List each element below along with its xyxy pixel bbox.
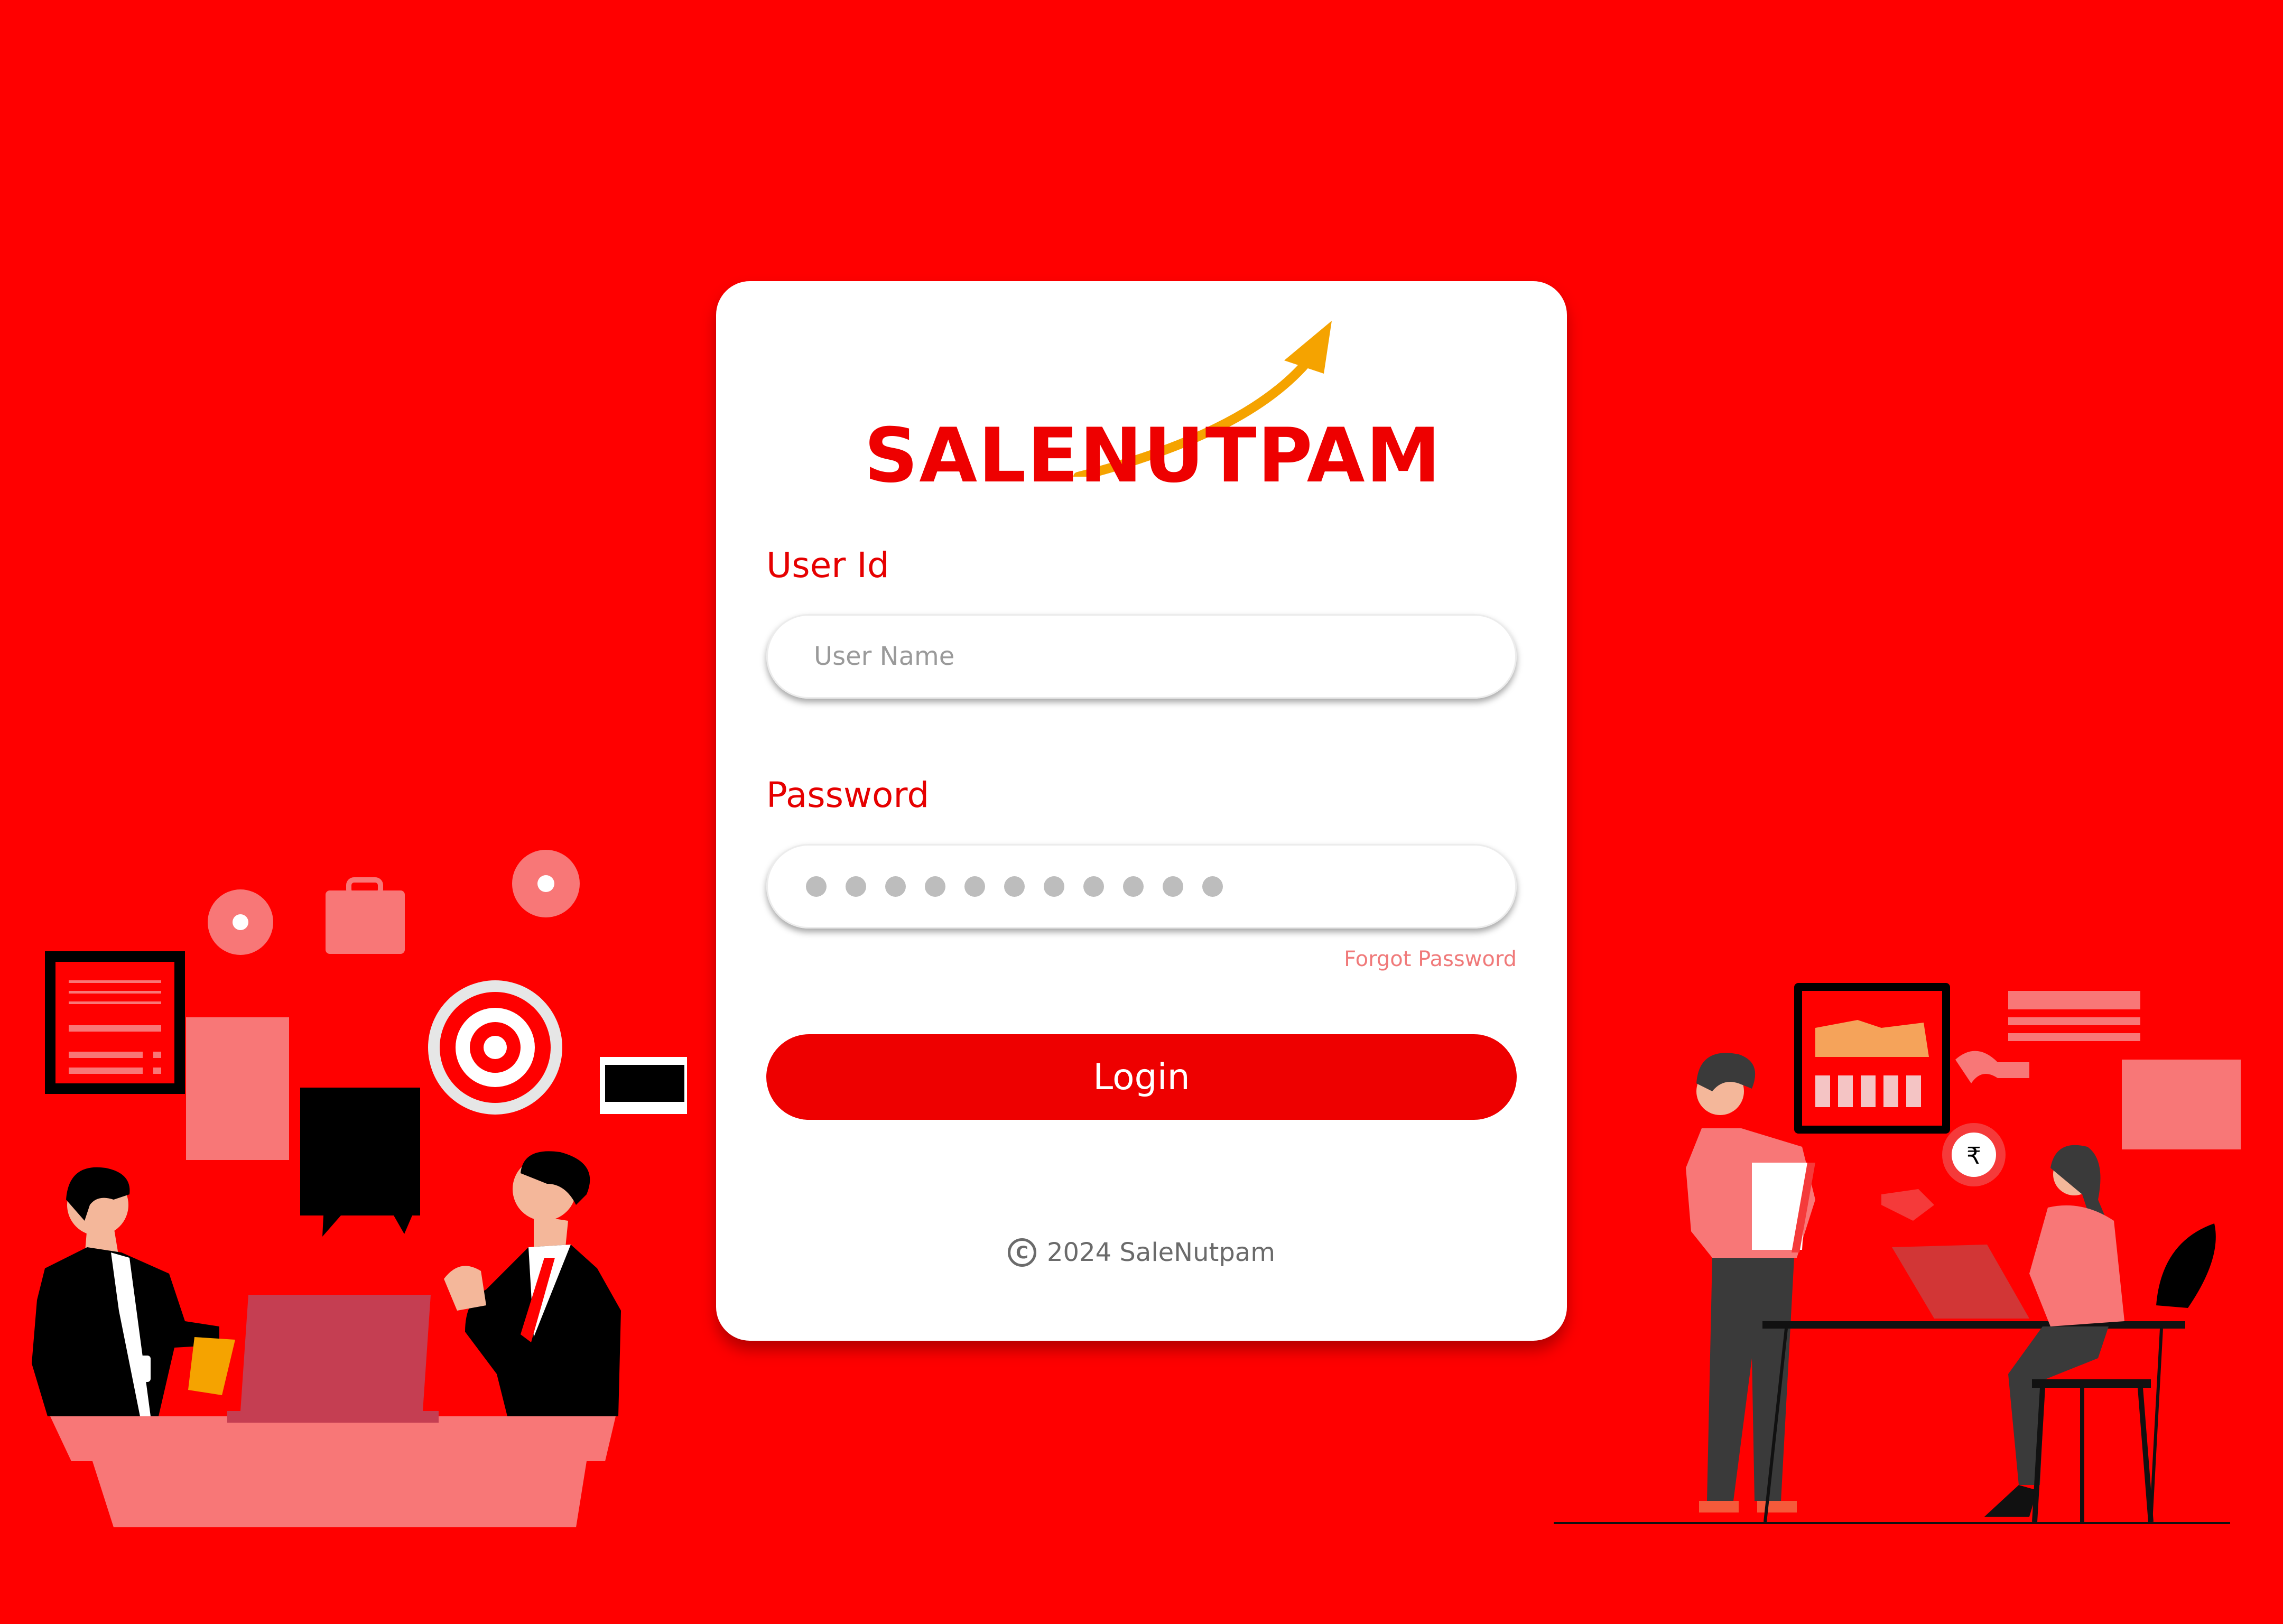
password-mask-dot xyxy=(1202,876,1223,897)
brand-logo: SALENUTPAM xyxy=(864,318,1441,494)
password-mask xyxy=(806,844,1223,929)
copyright-icon: C xyxy=(1008,1238,1037,1267)
right-illustration: ₹ xyxy=(1554,978,2241,1538)
password-mask-dot xyxy=(806,876,827,897)
password-mask-dot xyxy=(885,876,906,897)
forgot-password-link[interactable]: Forgot Password xyxy=(1344,947,1517,971)
svg-text:₹: ₹ xyxy=(1966,1143,1981,1170)
user-id-field-wrapper xyxy=(766,614,1517,699)
footer: C 2024 SaleNutpam xyxy=(716,1238,1567,1267)
password-mask-dot xyxy=(964,876,985,897)
password-input[interactable] xyxy=(766,844,1517,929)
user-id-label: User Id xyxy=(766,545,889,586)
business-meeting-illustration xyxy=(32,850,687,1527)
password-mask-dot xyxy=(846,876,866,897)
password-mask-dot xyxy=(1123,876,1144,897)
login-button[interactable]: Login xyxy=(766,1034,1517,1120)
password-mask-dot xyxy=(1004,876,1025,897)
user-id-input[interactable] xyxy=(766,614,1517,699)
left-illustration xyxy=(0,835,698,1538)
copyright-text: 2024 SaleNutpam xyxy=(1047,1238,1275,1267)
logo-text: SALENUTPAM xyxy=(864,412,1442,499)
password-mask-dot xyxy=(1044,876,1064,897)
password-mask-dot xyxy=(925,876,945,897)
login-card: SALENUTPAM User Id Password Forgot Passw… xyxy=(716,281,1567,1341)
password-label: Password xyxy=(766,775,930,815)
password-mask-dot xyxy=(1083,876,1104,897)
team-working-illustration: ₹ xyxy=(1554,983,2241,1524)
password-mask-dot xyxy=(1163,876,1183,897)
